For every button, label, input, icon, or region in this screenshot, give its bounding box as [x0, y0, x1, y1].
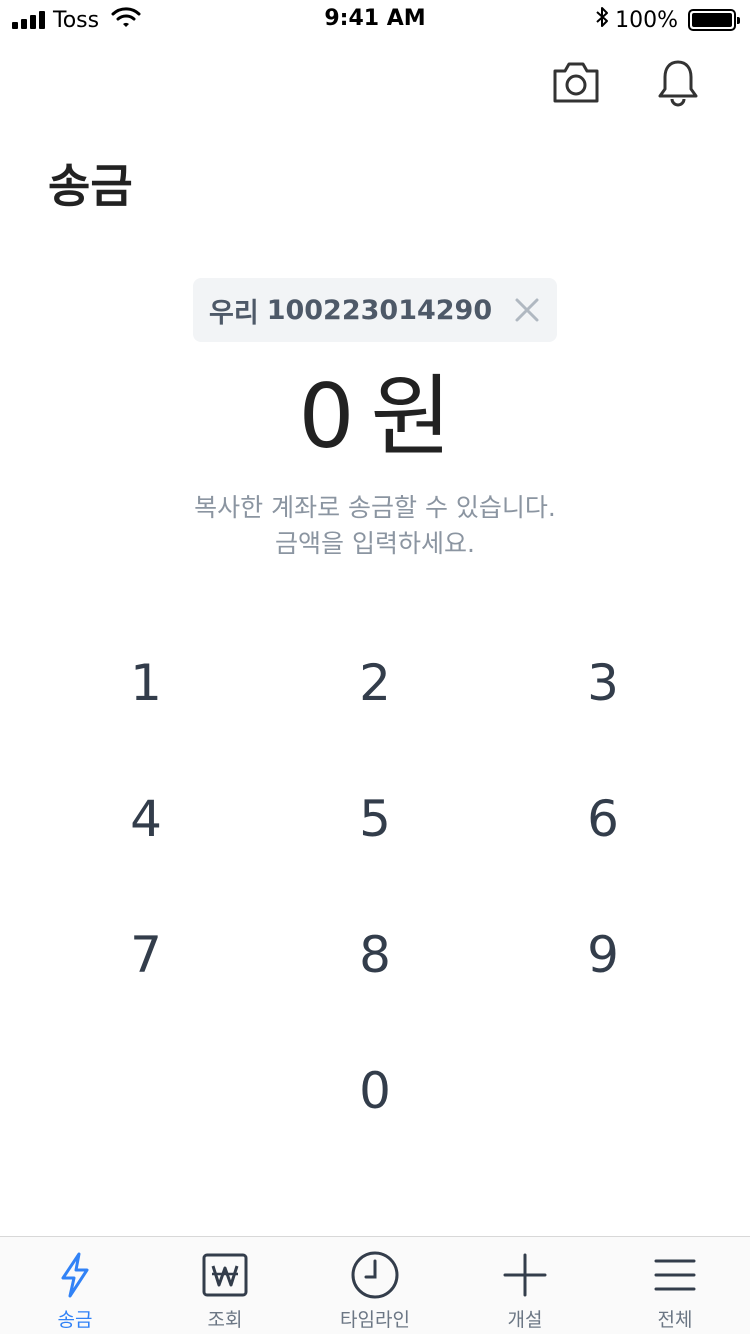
camera-button[interactable]	[548, 56, 604, 112]
account-chip[interactable]: 우리 100223014290	[193, 278, 557, 342]
close-icon[interactable]	[513, 296, 541, 324]
bluetooth-icon	[595, 6, 609, 34]
key-1[interactable]: 1	[31, 615, 261, 751]
status-bar: Toss 9:41 AM 100%	[0, 0, 750, 40]
amount-display: 0원	[0, 362, 750, 472]
hint-line-2: 금액을 입력하세요.	[275, 529, 475, 558]
won-icon	[201, 1249, 249, 1301]
tab-label: 조회	[207, 1309, 243, 1331]
transfer-screen: Toss 9:41 AM 100% 송금 우리 100223014290 0 원…	[0, 0, 750, 1334]
notification-button[interactable]	[650, 56, 706, 112]
tab-label: 전체	[657, 1309, 693, 1331]
key-7[interactable]: 7	[31, 887, 261, 1023]
tab-label: 송금	[57, 1309, 93, 1331]
hint-text: 복사한 계좌로 송금할 수 있습니다. 금액을 입력하세요.	[0, 490, 750, 562]
camera-icon	[551, 59, 601, 109]
tab-transfer[interactable]: 송금	[0, 1237, 150, 1334]
plus-icon	[502, 1249, 548, 1301]
key-0[interactable]: 0	[260, 1023, 490, 1159]
tab-inquiry[interactable]: 조회	[150, 1237, 300, 1334]
hint-line-1: 복사한 계좌로 송금할 수 있습니다.	[194, 493, 556, 522]
tab-open-account[interactable]: 개설	[450, 1237, 600, 1334]
amount-value: 0	[298, 365, 355, 468]
menu-icon	[653, 1249, 697, 1301]
battery-percent: 100%	[615, 7, 678, 33]
account-number: 100223014290	[266, 294, 493, 326]
tab-bar: 송금 조회 타임라인 개설 전체	[0, 1236, 750, 1334]
key-8[interactable]: 8	[260, 887, 490, 1023]
clock-icon	[350, 1249, 400, 1301]
tab-timeline[interactable]: 타임라인	[300, 1237, 450, 1334]
bell-icon	[655, 57, 701, 111]
key-3[interactable]: 3	[488, 615, 718, 751]
account-bank: 우리	[209, 297, 259, 329]
tab-all[interactable]: 전체	[600, 1237, 750, 1334]
lightning-icon	[57, 1249, 93, 1301]
key-2[interactable]: 2	[260, 615, 490, 751]
key-4[interactable]: 4	[31, 751, 261, 887]
tab-label: 타임라인	[340, 1309, 410, 1331]
key-9[interactable]: 9	[488, 887, 718, 1023]
key-6[interactable]: 6	[488, 751, 718, 887]
status-right: 100%	[595, 6, 740, 34]
page-title: 송금	[48, 159, 133, 213]
tab-label: 개설	[507, 1309, 543, 1331]
battery-icon	[688, 9, 740, 31]
key-5[interactable]: 5	[260, 751, 490, 887]
amount-unit: 원	[370, 365, 452, 468]
